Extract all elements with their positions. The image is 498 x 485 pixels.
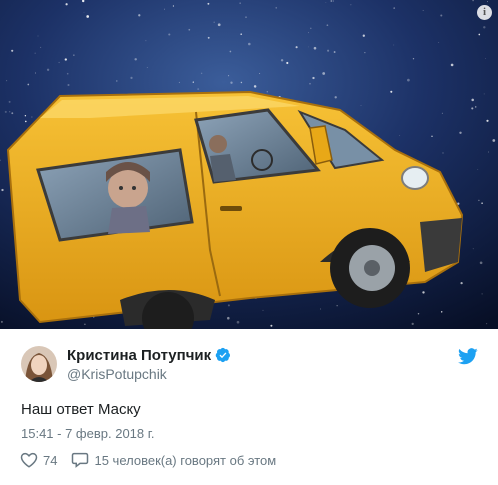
reply-count-label: 15 человек(а) говорят об этом [94, 452, 277, 468]
tweet-text: Наш ответ Маску [21, 401, 141, 418]
author-handle[interactable]: @KrisPotupchik [67, 366, 231, 382]
flying-van-picture [0, 0, 498, 329]
speech-bubble-icon [72, 452, 89, 468]
avatar[interactable] [21, 346, 57, 382]
author-name[interactable]: Кристина Потупчик [67, 347, 211, 364]
twitter-bird-icon[interactable] [458, 348, 478, 365]
heart-icon [20, 452, 38, 468]
info-icon[interactable]: i [477, 5, 492, 20]
like-count: 74 [43, 452, 58, 468]
like-button[interactable]: 74 [20, 452, 57, 468]
tweet-media-image[interactable]: i [0, 0, 498, 329]
tweet-card: i Кристина Потупчик @KrisPotupchik Наш о… [0, 0, 498, 485]
verified-badge-icon [215, 347, 231, 363]
tweet-author[interactable]: Кристина Потупчик @KrisPotupchik [21, 346, 231, 382]
reply-conversation-link[interactable]: 15 человек(а) говорят об этом [71, 452, 276, 468]
tweet-timestamp[interactable]: 15:41 - 7 февр. 2018 г. [21, 426, 155, 441]
tweet-actions: 74 15 человек(а) говорят об этом [20, 452, 276, 468]
